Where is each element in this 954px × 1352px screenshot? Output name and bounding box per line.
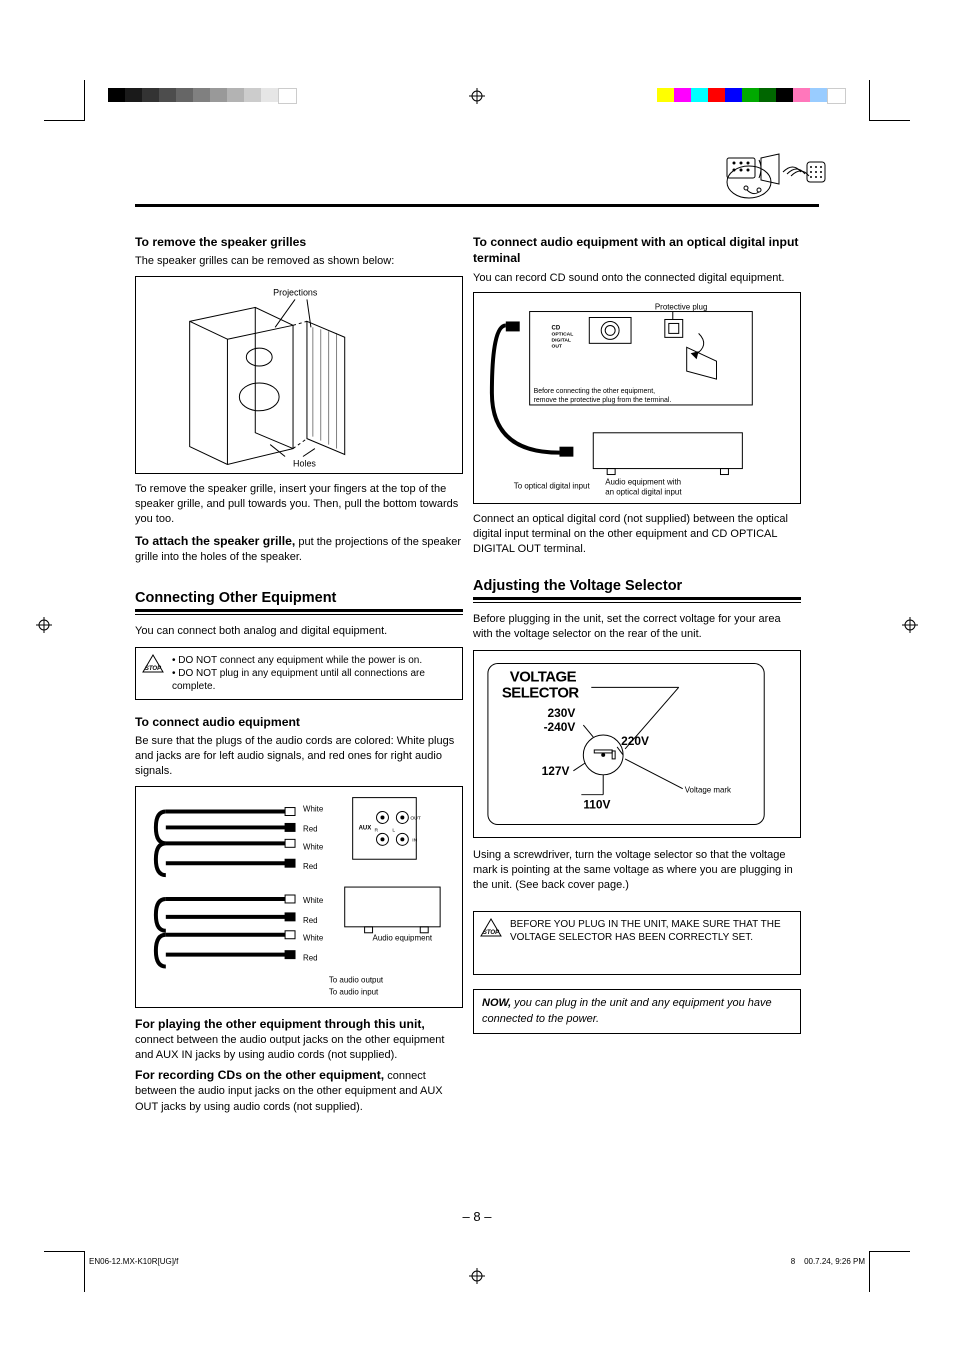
svg-text:DIGITAL: DIGITAL <box>552 337 571 343</box>
audio-connect-figure: WhiteRed WhiteRed WhiteRed WhiteRed AUX … <box>135 786 463 1008</box>
body-text: You can connect both analog and digital … <box>135 624 463 639</box>
registration-icon <box>902 617 918 633</box>
svg-text:an optical digital input: an optical digital input <box>605 488 682 497</box>
svg-text:STOP: STOP <box>483 930 500 936</box>
color-bar <box>657 88 846 102</box>
svg-text:To audio input: To audio input <box>329 987 379 996</box>
grayscale-bar <box>108 88 297 102</box>
svg-text:IN: IN <box>412 837 417 843</box>
svg-text:-240V: -240V <box>544 720 576 734</box>
svg-text:White: White <box>303 804 324 813</box>
section-title: Adjusting the Voltage Selector <box>473 578 801 600</box>
body-text: Before plugging in the unit, set the cor… <box>473 612 801 642</box>
svg-text:OPTICAL: OPTICAL <box>552 331 574 337</box>
body-text: The speaker grilles can be removed as sh… <box>135 254 463 269</box>
page-number: – 8 – <box>135 1209 819 1224</box>
registration-icon <box>469 88 485 104</box>
svg-text:Red: Red <box>303 953 318 962</box>
warning-box: STOP BEFORE YOU PLUG IN THE UNIT, MAKE S… <box>473 911 801 975</box>
svg-text:White: White <box>303 933 324 942</box>
crop-mark <box>44 80 85 121</box>
svg-text:Red: Red <box>303 915 318 924</box>
svg-text:110V: 110V <box>583 798 610 812</box>
svg-text:OUT: OUT <box>552 343 562 349</box>
body-text: You can record CD sound onto the connect… <box>473 271 801 286</box>
svg-text:OUT: OUT <box>410 815 420 821</box>
body-text: Using a screwdriver, turn the voltage se… <box>473 848 801 894</box>
svg-text:R: R <box>375 827 379 833</box>
heading: To connect audio equipment <box>135 714 463 730</box>
body-text: For playing the other equipment through … <box>135 1016 463 1064</box>
optical-figure: CD OPTICAL DIGITAL OUT Protective plug B… <box>473 292 801 504</box>
section-title: Connecting Other Equipment <box>135 590 463 612</box>
svg-text:SELECTOR: SELECTOR <box>502 685 580 701</box>
svg-text:L: L <box>392 827 395 833</box>
registration-icon <box>36 617 52 633</box>
speaker-grille-figure: Projections <box>135 276 463 474</box>
svg-text:White: White <box>303 842 324 851</box>
svg-text:220V: 220V <box>621 734 649 748</box>
svg-text:Projections: Projections <box>273 287 318 297</box>
body-text: Connect an optical digital cord (not sup… <box>473 512 801 558</box>
svg-text:127V: 127V <box>542 764 570 778</box>
svg-text:Protective plug: Protective plug <box>655 303 708 312</box>
svg-text:CD: CD <box>552 326 561 332</box>
svg-text:Voltage mark: Voltage mark <box>685 786 731 795</box>
body-text: For recording CDs on the other equipment… <box>135 1067 463 1115</box>
svg-text:Holes: Holes <box>293 458 316 468</box>
final-note: NOW, you can plug in the unit and any eq… <box>473 989 801 1033</box>
footer-timestamp: 8 00.7.24, 9:26 PM <box>791 1257 865 1266</box>
svg-text:To audio output: To audio output <box>329 975 384 984</box>
svg-text:To optical digital input: To optical digital input <box>514 482 591 491</box>
stop-icon: STOP <box>480 918 502 943</box>
heading: To connect audio equipment with an optic… <box>473 234 801 267</box>
crop-mark <box>869 1251 910 1292</box>
svg-text:remove the protective plug fro: remove the protective plug from the term… <box>534 397 672 404</box>
body-text: To attach the speaker grille, put the pr… <box>135 533 463 565</box>
crop-mark <box>44 1251 85 1292</box>
warning-box: STOP • DO NOT connect any equipment whil… <box>135 647 463 700</box>
registration-icon <box>469 1268 485 1284</box>
svg-text:Audio equipment with: Audio equipment with <box>605 478 681 487</box>
footer-filename: EN06-12.MX-K10R[UG]/f <box>89 1257 178 1266</box>
svg-text:Red: Red <box>303 862 318 871</box>
body-text: To remove the speaker grille, insert you… <box>135 482 463 528</box>
svg-text:Before connecting the other eq: Before connecting the other equipment, <box>534 388 656 395</box>
svg-text:STOP: STOP <box>145 666 162 672</box>
svg-text:White: White <box>303 896 324 905</box>
body-text: Be sure that the plugs of the audio cord… <box>135 734 463 780</box>
svg-text:VOLTAGE: VOLTAGE <box>510 669 577 685</box>
crop-mark <box>869 80 910 121</box>
voltage-selector-figure: VOLTAGE SELECTOR 230V -240V 220V 127V 11… <box>473 650 801 838</box>
svg-text:230V: 230V <box>548 706 576 720</box>
svg-text:AUX: AUX <box>359 825 372 831</box>
stop-icon: STOP <box>142 654 164 679</box>
svg-text:Audio equipment: Audio equipment <box>373 933 433 942</box>
heading: To remove the speaker grilles <box>135 234 463 250</box>
svg-text:Red: Red <box>303 824 318 833</box>
